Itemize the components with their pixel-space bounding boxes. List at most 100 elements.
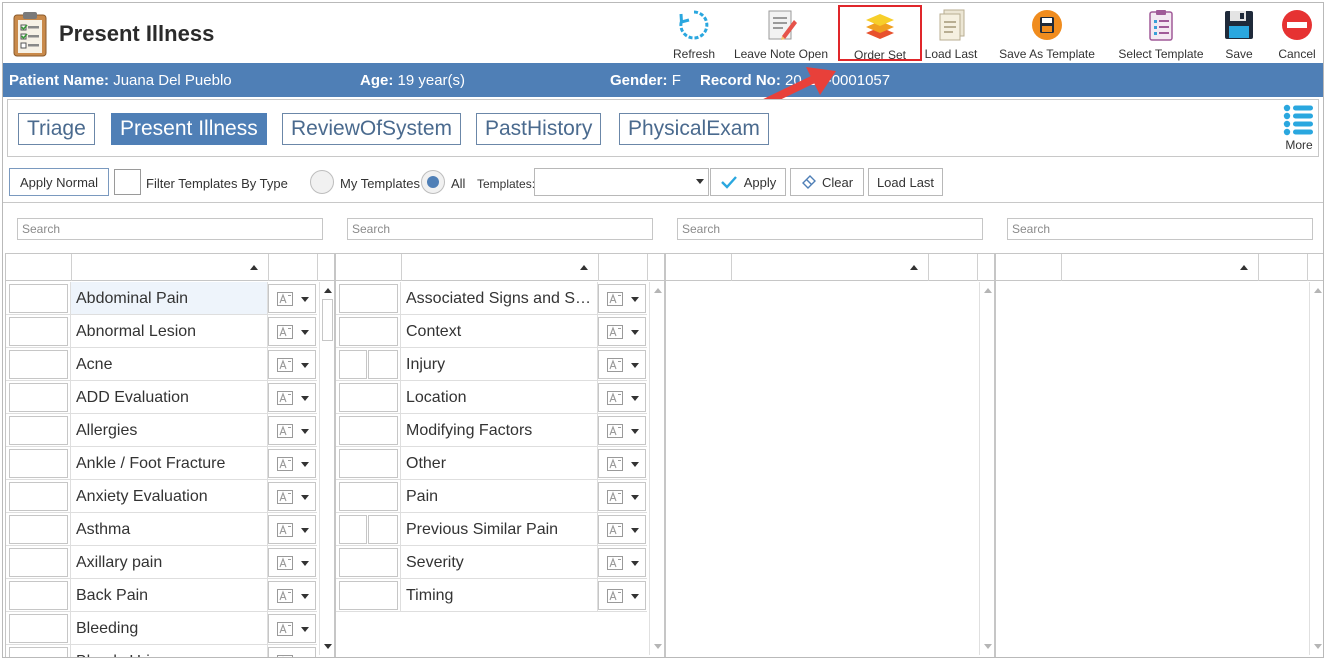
list-item[interactable]: Timing	[336, 579, 647, 612]
scrollbar[interactable]	[649, 282, 664, 655]
sort-ascending-icon[interactable]	[250, 265, 258, 270]
scrollbar[interactable]	[979, 282, 994, 655]
template-dropdown[interactable]	[598, 482, 646, 511]
scrollbar[interactable]	[319, 282, 334, 655]
save-button[interactable]: Save	[1219, 5, 1259, 61]
load-last-toolbar-button[interactable]: Load Last	[923, 5, 979, 61]
load-last-button[interactable]: Load Last	[868, 168, 943, 196]
scroll-down-icon[interactable]	[654, 644, 662, 649]
row-value-box[interactable]	[9, 647, 68, 657]
row-value-box[interactable]	[339, 317, 398, 346]
tab-physical-exam[interactable]: PhysicalExam	[619, 113, 769, 145]
template-dropdown[interactable]	[268, 317, 316, 346]
row-value-box[interactable]	[9, 449, 68, 478]
row-value-box[interactable]	[339, 284, 398, 313]
row-value-box[interactable]	[339, 449, 398, 478]
list-item[interactable]: Abnormal Lesion	[6, 315, 317, 348]
row-value-box-2[interactable]	[368, 350, 398, 379]
row-value-box[interactable]	[9, 350, 68, 379]
list-item[interactable]: Anxiety Evaluation	[6, 480, 317, 513]
scroll-up-icon[interactable]	[984, 288, 992, 293]
template-dropdown[interactable]	[268, 647, 316, 657]
list-item[interactable]: Bleeding	[6, 612, 317, 645]
list-item[interactable]: Injury	[336, 348, 647, 381]
list-item[interactable]: Pain	[336, 480, 647, 513]
my-templates-radio[interactable]	[310, 170, 334, 194]
template-dropdown[interactable]	[268, 350, 316, 379]
row-value-box[interactable]	[339, 515, 367, 544]
template-dropdown[interactable]	[598, 416, 646, 445]
scrollbar[interactable]	[1309, 282, 1323, 655]
template-dropdown[interactable]	[268, 515, 316, 544]
save-as-template-button[interactable]: Save As Template	[998, 5, 1096, 61]
scroll-up-icon[interactable]	[324, 288, 332, 293]
list-item[interactable]: Other	[336, 447, 647, 480]
row-value-box[interactable]	[9, 317, 68, 346]
sort-ascending-icon[interactable]	[1240, 265, 1248, 270]
refresh-button[interactable]: Refresh	[668, 5, 720, 61]
row-value-box[interactable]	[9, 416, 68, 445]
search-input-3[interactable]	[677, 218, 983, 240]
scroll-up-icon[interactable]	[654, 288, 662, 293]
apply-normal-button[interactable]: Apply Normal	[9, 168, 109, 196]
tab-review-of-system[interactable]: ReviewOfSystem	[282, 113, 462, 145]
template-dropdown[interactable]	[598, 581, 646, 610]
apply-button[interactable]: Apply	[710, 168, 786, 196]
list-item[interactable]: Associated Signs and Symptoms	[336, 282, 647, 315]
row-value-box[interactable]	[9, 581, 68, 610]
template-dropdown[interactable]	[598, 350, 646, 379]
template-dropdown[interactable]	[598, 548, 646, 577]
row-value-box[interactable]	[9, 548, 68, 577]
template-dropdown[interactable]	[268, 581, 316, 610]
list-item[interactable]: Allergies	[6, 414, 317, 447]
tab-past-history[interactable]: PastHistory	[476, 113, 602, 145]
row-value-box[interactable]	[339, 482, 398, 511]
row-value-box[interactable]	[9, 482, 68, 511]
sort-ascending-icon[interactable]	[580, 265, 588, 270]
list-item[interactable]: Location	[336, 381, 647, 414]
template-dropdown[interactable]	[268, 482, 316, 511]
all-templates-radio[interactable]	[421, 170, 445, 194]
search-input-2[interactable]	[347, 218, 653, 240]
scroll-down-icon[interactable]	[1314, 644, 1322, 649]
template-dropdown[interactable]	[268, 284, 316, 313]
row-value-box[interactable]	[339, 383, 398, 412]
list-item[interactable]: Modifying Factors	[336, 414, 647, 447]
template-dropdown[interactable]	[268, 383, 316, 412]
scroll-thumb[interactable]	[322, 299, 333, 341]
scroll-down-icon[interactable]	[984, 644, 992, 649]
templates-select[interactable]	[534, 168, 709, 196]
order-set-button[interactable]: Order Set	[838, 5, 922, 62]
more-button[interactable]: More	[1279, 103, 1319, 155]
row-value-box[interactable]	[9, 383, 68, 412]
list-item[interactable]: Ankle / Foot Fracture	[6, 447, 317, 480]
row-value-box[interactable]	[9, 284, 68, 313]
list-item[interactable]: Axillary pain	[6, 546, 317, 579]
list-item[interactable]: Asthma	[6, 513, 317, 546]
template-dropdown[interactable]	[598, 449, 646, 478]
template-dropdown[interactable]	[268, 614, 316, 643]
cancel-button[interactable]: Cancel	[1273, 5, 1321, 61]
list-item[interactable]: Previous Similar Pain	[336, 513, 647, 546]
leave-note-open-button[interactable]: Leave Note Open	[733, 5, 829, 61]
list-item[interactable]: Bloody Urine	[6, 645, 317, 657]
row-value-box[interactable]	[9, 515, 68, 544]
row-value-box-2[interactable]	[368, 515, 398, 544]
template-dropdown[interactable]	[598, 317, 646, 346]
template-dropdown[interactable]	[268, 548, 316, 577]
list-item[interactable]: Acne	[6, 348, 317, 381]
select-template-button[interactable]: Select Template	[1116, 5, 1206, 61]
tab-triage[interactable]: Triage	[18, 113, 95, 145]
list-item[interactable]: Context	[336, 315, 647, 348]
row-value-box[interactable]	[339, 350, 367, 379]
sort-ascending-icon[interactable]	[910, 265, 918, 270]
template-dropdown[interactable]	[598, 284, 646, 313]
row-value-box[interactable]	[339, 581, 398, 610]
template-dropdown[interactable]	[598, 515, 646, 544]
filter-by-type-checkbox[interactable]	[114, 169, 141, 195]
template-dropdown[interactable]	[268, 449, 316, 478]
scroll-up-icon[interactable]	[1314, 288, 1322, 293]
row-value-box[interactable]	[339, 416, 398, 445]
row-value-box[interactable]	[339, 548, 398, 577]
list-item[interactable]: Abdominal Pain	[6, 282, 317, 315]
